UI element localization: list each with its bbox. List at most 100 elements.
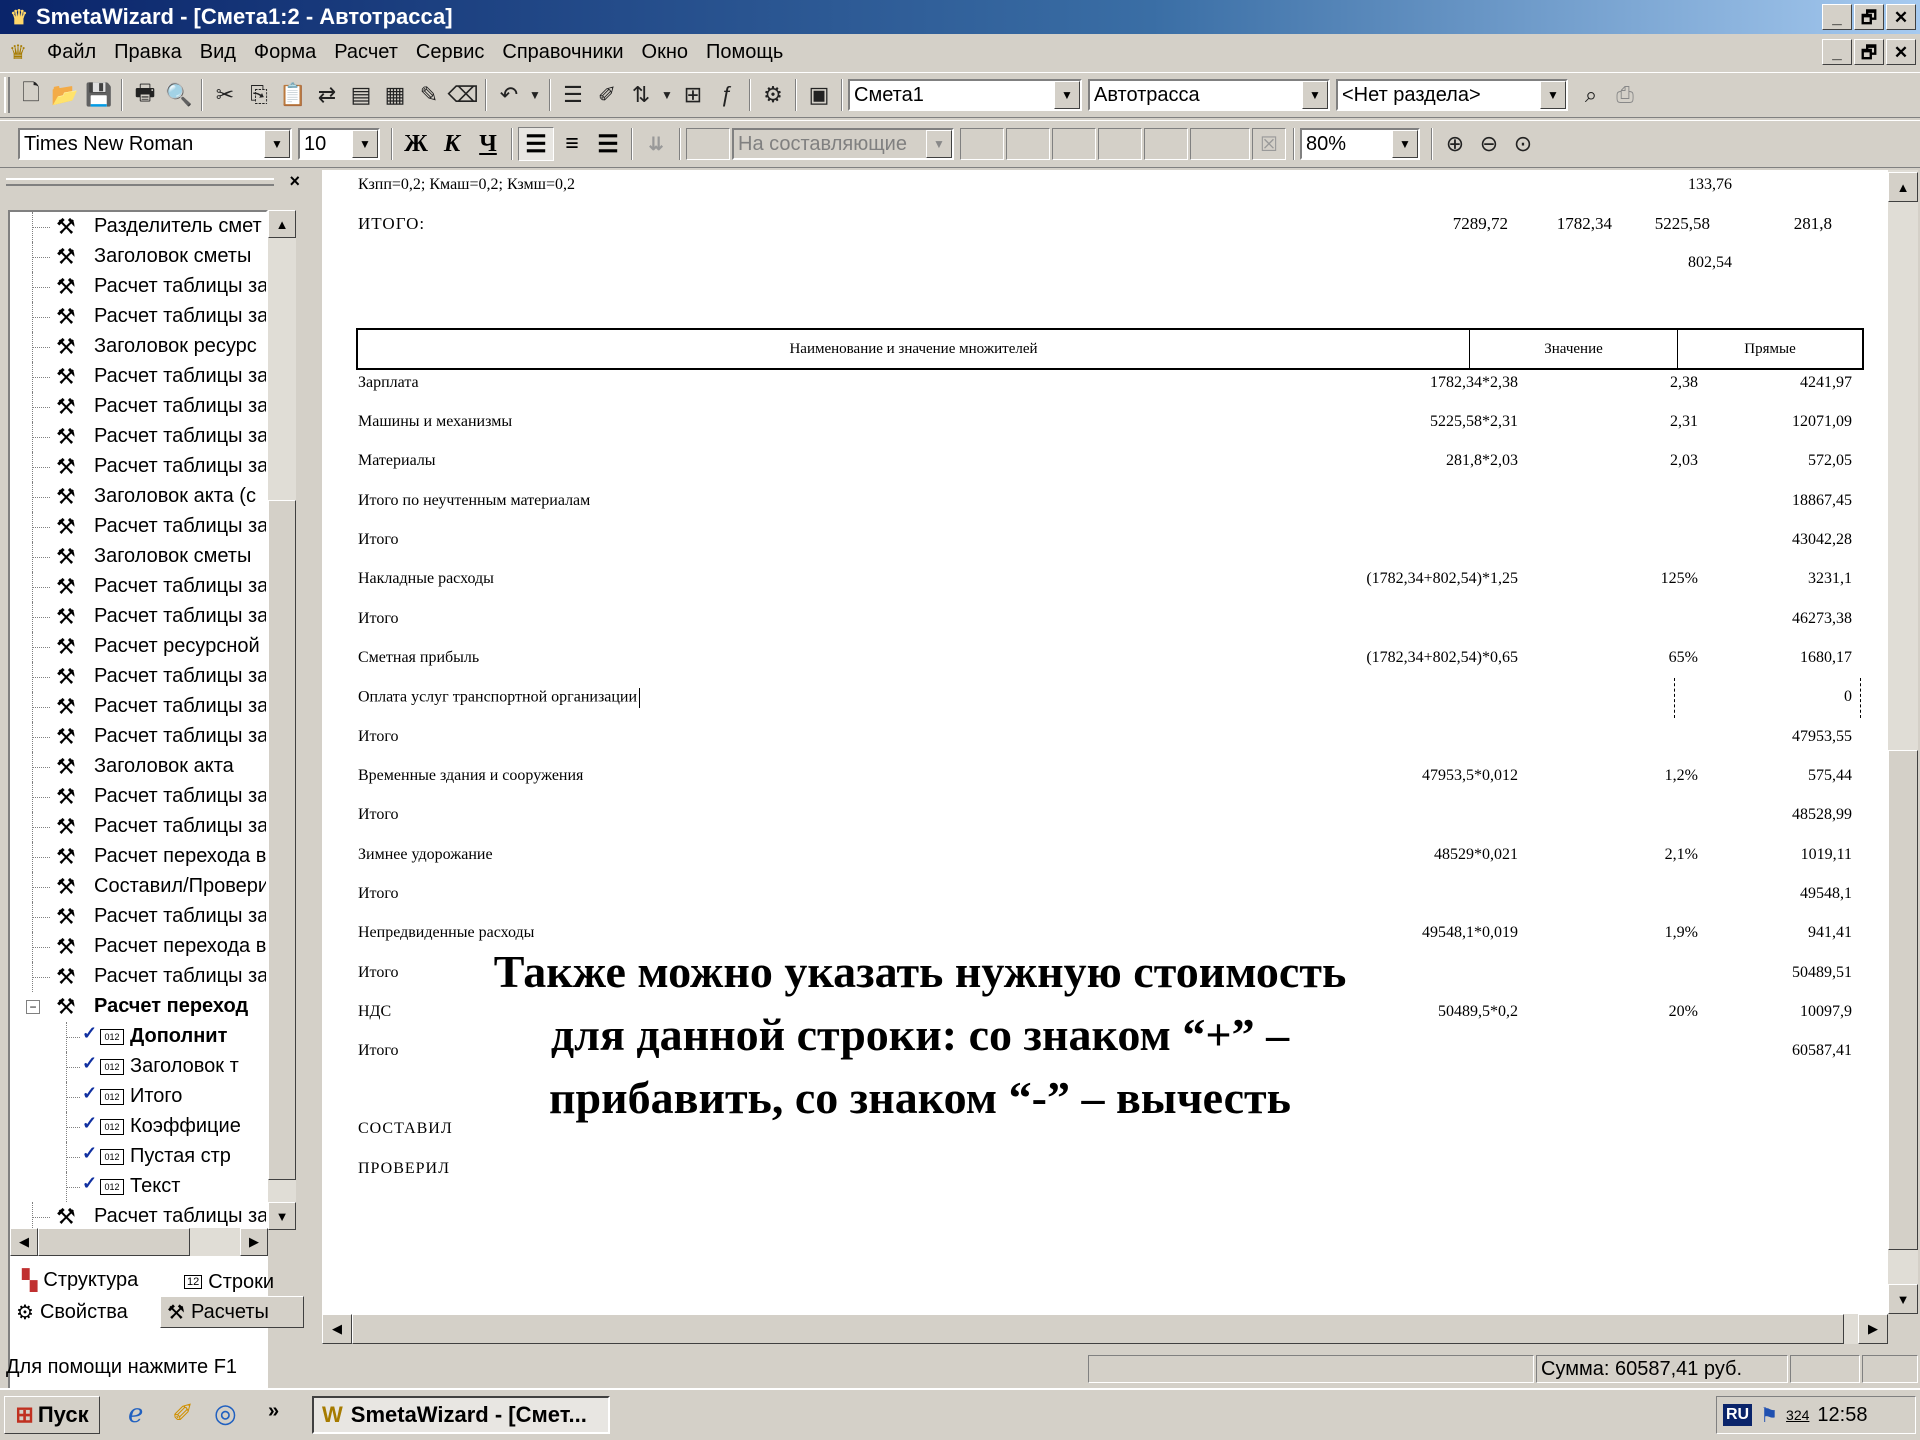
table-row[interactable]: Итого 49548,1 [322, 885, 1888, 909]
close-button[interactable]: ✕ [1886, 4, 1916, 30]
tree-item[interactable]: ⚒ Расчет таблицы за [10, 692, 266, 722]
tree-item[interactable]: ⚒ Расчет перехода в [10, 932, 266, 962]
table-row[interactable]: Итого по неучтенным материалам 18867,45 [322, 492, 1888, 516]
tree-item[interactable]: ⚒ Расчет таблицы за [10, 722, 266, 752]
tree-horizontal-scrollbar[interactable]: ◀ ▶ [10, 1228, 268, 1256]
tree-item[interactable]: ⚒ Расчет таблицы за [10, 812, 266, 842]
align-center-icon[interactable]: ≡ [554, 127, 590, 161]
tree-item[interactable]: ⚒ Расчет таблицы за [10, 302, 266, 332]
chevron-down-icon[interactable]: ▼ [1054, 81, 1080, 109]
align-right-icon[interactable]: ☰ [590, 127, 626, 161]
export-icon[interactable]: ⎙ [1608, 78, 1642, 112]
quicklaunch-icon[interactable]: ◎ [214, 1398, 237, 1429]
browser-icon[interactable]: ℯ [128, 1398, 143, 1429]
table-row[interactable]: Машины и механизмы 5225,58*2,31 2,31 12071,… [322, 413, 1888, 437]
tree-item[interactable]: ⚒ Расчет таблицы за [10, 362, 266, 392]
scroll-thumb[interactable] [1888, 750, 1918, 1250]
scroll-right-icon[interactable]: ▶ [240, 1228, 268, 1256]
paste-special-icon[interactable]: ⇄ [310, 78, 344, 112]
menu-file[interactable]: Файл [38, 37, 105, 67]
chevron-down-icon[interactable]: ▼ [352, 130, 378, 158]
chevron-down-icon[interactable]: ▼ [1302, 81, 1328, 109]
scroll-down-icon[interactable]: ▼ [1888, 1284, 1918, 1314]
scroll-up-icon[interactable]: ▲ [268, 210, 296, 238]
tree-child-item[interactable]: ✓ 012 Коэффицие [10, 1112, 266, 1142]
clear-format-icon[interactable]: ⌫ [446, 78, 480, 112]
table-row[interactable]: Временные здания и сооружения 47953,5*0,0… [322, 767, 1888, 791]
tree-item[interactable]: ⚒ Заголовок сметы [10, 542, 266, 572]
tree-item[interactable]: ⚒ Составил/Провери [10, 872, 266, 902]
tree-item[interactable]: ⚒ Заголовок акта (с [10, 482, 266, 512]
table-row-editing[interactable]: Оплата услуг транспортной организации 0 [322, 688, 1888, 712]
preview-icon[interactable]: 🔍 [162, 78, 196, 112]
formula-icon[interactable]: ƒ [710, 78, 744, 112]
tree-item[interactable]: ⚒ Расчет таблицы за [10, 902, 266, 932]
document-page[interactable]: Кзпп=0,2; Кмаш=0,2; Кзмш=0,2 133,76 ИТОГ… [322, 170, 1888, 1314]
save-icon[interactable]: 💾 [82, 78, 116, 112]
object-select[interactable]: Автотрасса ▼ [1088, 79, 1330, 111]
table-row[interactable]: Сметная прибыль (1782,34+802,54)*0,65 65% 1… [322, 649, 1888, 673]
menu-calc[interactable]: Расчет [325, 37, 407, 67]
doc-close-button[interactable]: ✕ [1886, 39, 1916, 65]
chevron-down-icon[interactable]: ▼ [1392, 130, 1418, 158]
undo-icon[interactable]: ↶ [492, 78, 526, 112]
tree-item[interactable]: ⚒ Расчет таблицы за [10, 662, 266, 692]
tree-item[interactable]: ⚒ Расчет ресурсной [10, 632, 266, 662]
empty-field[interactable] [1190, 128, 1250, 160]
print-icon[interactable]: 🖶 [128, 78, 162, 112]
table-icon[interactable]: ⊞ [676, 78, 710, 112]
chevron-down-icon[interactable]: ▼ [926, 130, 952, 158]
scroll-left-icon[interactable]: ◀ [10, 1228, 38, 1256]
scroll-down-icon[interactable]: ▼ [268, 1202, 296, 1230]
new-icon[interactable]: 🗋 [14, 78, 48, 112]
underline-button[interactable]: Ч [470, 127, 506, 161]
tree-item[interactable]: ⚒ Расчет таблицы за [10, 782, 266, 812]
tree-item[interactable]: ⚒ Заголовок ресурс [10, 332, 266, 362]
quicklaunch-chevron[interactable]: » [268, 1400, 279, 1423]
checkbox-icon[interactable]: ☒ [1252, 128, 1286, 160]
list-icon[interactable]: ☰ [556, 78, 590, 112]
paste-rows-icon[interactable]: ▦ [378, 78, 412, 112]
zoom-in-icon[interactable]: ⊕ [1438, 127, 1472, 161]
binoculars-icon[interactable]: ⌕ [1574, 78, 1608, 112]
tab-rows[interactable]: 12 Строки [178, 1266, 280, 1298]
menu-service[interactable]: Сервис [407, 37, 494, 67]
tree-child-item[interactable]: ✓ 012 Итого [10, 1082, 266, 1112]
sort-dropdown-icon[interactable]: ▼ [658, 78, 676, 112]
align-left-icon[interactable]: ☰ [518, 127, 554, 161]
copy-rows-icon[interactable]: ▤ [344, 78, 378, 112]
empty-field[interactable] [1098, 128, 1142, 160]
cut-icon[interactable]: ✂ [208, 78, 242, 112]
doc-minimize-button[interactable]: _ [1822, 39, 1852, 65]
collapse-icon[interactable]: − [26, 1000, 40, 1014]
menu-form[interactable]: Форма [245, 37, 325, 67]
table-row[interactable]: Накладные расходы (1782,34+802,54)*1,25 12… [322, 570, 1888, 594]
document-icon[interactable]: ♛ [4, 38, 32, 66]
start-button[interactable]: ⊞ Пуск [4, 1396, 100, 1434]
tree-item[interactable]: ⚒ Расчет таблицы за [10, 572, 266, 602]
empty-field[interactable] [1144, 128, 1188, 160]
size-select[interactable]: 10 ▼ [298, 128, 380, 160]
table-row[interactable]: Итого 47953,55 [322, 728, 1888, 752]
expand-icon[interactable]: ⇊ [638, 127, 674, 161]
table-row[interactable]: Итого 48528,99 [322, 806, 1888, 830]
menu-references[interactable]: Справочники [493, 37, 632, 67]
table-row[interactable]: Зимнее удорожание 48529*0,021 2,1% 1019,11 [322, 846, 1888, 870]
tab-properties[interactable]: ⚙ Свойства [10, 1296, 158, 1328]
scroll-thumb[interactable] [268, 500, 296, 1180]
tree-item[interactable]: ⚒ Расчет таблицы за [10, 392, 266, 422]
copy-icon[interactable]: ⎘ [242, 78, 276, 112]
document-horizontal-scrollbar[interactable]: ◀ ▶ [322, 1314, 1888, 1344]
empty-field[interactable] [1052, 128, 1096, 160]
chevron-down-icon[interactable]: ▼ [264, 130, 290, 158]
tree-vertical-scrollbar[interactable]: ▲ ▼ [268, 210, 296, 1230]
tree-child-item[interactable]: ✓ 012 Пустая стр [10, 1142, 266, 1172]
open-icon[interactable]: 📂 [48, 78, 82, 112]
edit-icon[interactable]: ✐ [590, 78, 624, 112]
format-painter-icon[interactable]: ✎ [412, 78, 446, 112]
tree-item[interactable]: ⚒ Разделитель смет [10, 212, 266, 242]
tree-item-expanded[interactable]: − ⚒ Расчет переход [10, 992, 266, 1022]
empty-field[interactable] [960, 128, 1004, 160]
tree-item[interactable]: ⚒ Расчет таблицы за [10, 512, 266, 542]
tree-item[interactable]: ⚒ Заголовок акта [10, 752, 266, 782]
